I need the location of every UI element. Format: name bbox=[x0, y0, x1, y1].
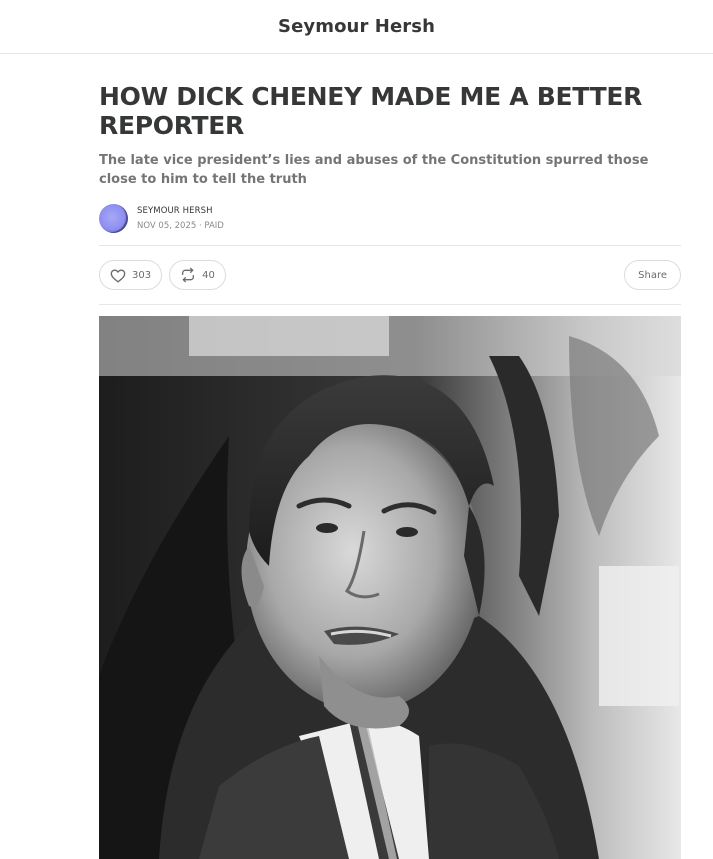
post-date: NOV 05, 2025 bbox=[137, 220, 197, 231]
divider-bottom bbox=[99, 304, 681, 305]
restack-button[interactable]: 40 bbox=[169, 260, 226, 290]
share-button[interactable]: Share bbox=[624, 260, 681, 290]
author-avatar[interactable] bbox=[99, 203, 128, 233]
post-title: HOW DICK CHENEY MADE ME A BETTER REPORTE… bbox=[99, 82, 643, 140]
post-header: HOW DICK CHENEY MADE ME A BETTER REPORTE… bbox=[99, 82, 681, 305]
heart-icon bbox=[110, 268, 126, 283]
hero-image[interactable] bbox=[99, 316, 681, 859]
author-name[interactable]: SEYMOUR HERSH bbox=[137, 205, 224, 217]
byline-text: SEYMOUR HERSH NOV 05, 2025 · PAID bbox=[137, 205, 224, 232]
portrait-illustration bbox=[99, 316, 681, 859]
like-button[interactable]: 303 bbox=[99, 260, 163, 290]
share-label: Share bbox=[638, 269, 667, 281]
post-subtitle: The late vice president’s lies and abuse… bbox=[99, 153, 649, 187]
restack-icon bbox=[180, 267, 196, 283]
post-actions: 303 40 Share bbox=[99, 246, 681, 304]
byline: SEYMOUR HERSH NOV 05, 2025 · PAID bbox=[99, 202, 681, 234]
publication-name-link[interactable]: Seymour Hersh bbox=[278, 16, 435, 37]
like-count: 303 bbox=[132, 269, 152, 281]
post-access: PAID bbox=[204, 220, 224, 231]
post-meta: NOV 05, 2025 · PAID bbox=[137, 220, 224, 232]
restack-count: 40 bbox=[202, 269, 215, 281]
top-bar: Seymour Hersh bbox=[0, 0, 713, 54]
left-actions: 303 40 bbox=[99, 260, 226, 290]
